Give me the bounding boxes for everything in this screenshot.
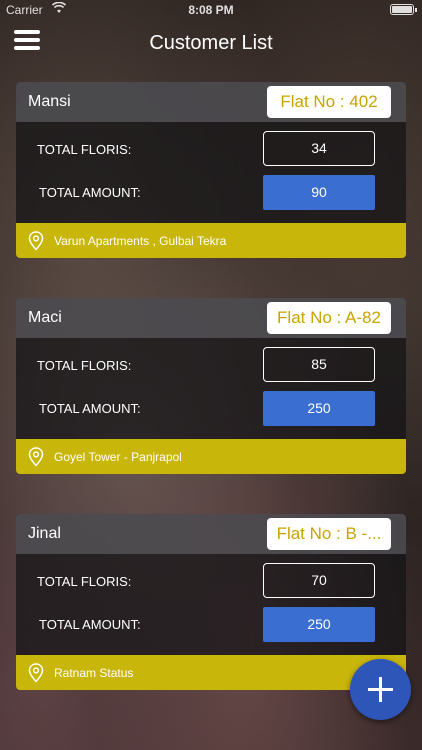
total-floris-value: 70 — [263, 563, 375, 598]
customer-name: Maci — [28, 309, 62, 326]
address-text: Varun Apartments , Gulbai Tekra — [54, 234, 227, 248]
customer-name: Jinal — [28, 525, 61, 542]
flat-number-badge: Flat No : A-82 — [267, 302, 391, 334]
add-customer-button[interactable] — [350, 659, 411, 720]
customer-card[interactable]: Maci Flat No : A-82 TOTAL FLORIS: 85 TOT… — [16, 298, 406, 474]
total-amount-value: 90 — [263, 175, 375, 210]
customer-card-header: Jinal Flat No : B -... — [16, 514, 406, 554]
total-floris-value: 85 — [263, 347, 375, 382]
status-bar: Carrier 8:08 PM — [0, 0, 422, 20]
status-time: 8:08 PM — [188, 3, 234, 17]
total-floris-label: TOTAL FLORIS: — [37, 142, 132, 157]
total-amount-label: TOTAL AMOUNT: — [39, 185, 141, 200]
total-floris-label: TOTAL FLORIS: — [37, 358, 132, 373]
plus-icon — [368, 677, 393, 702]
customer-name: Mansi — [28, 93, 71, 110]
customer-card-header: Maci Flat No : A-82 — [16, 298, 406, 338]
address-text: Goyel Tower - Panjrapol — [54, 450, 182, 464]
total-amount-value: 250 — [263, 391, 375, 426]
location-pin-icon — [28, 447, 44, 467]
total-amount-label: TOTAL AMOUNT: — [39, 401, 141, 416]
customer-card[interactable]: Mansi Flat No : 402 TOTAL FLORIS: 34 TOT… — [16, 82, 406, 258]
address-bar[interactable]: Ratnam Status — [16, 655, 406, 690]
total-amount-label: TOTAL AMOUNT: — [39, 617, 141, 632]
address-bar[interactable]: Varun Apartments , Gulbai Tekra — [16, 223, 406, 258]
total-amount-value: 250 — [263, 607, 375, 642]
page-title: Customer List — [149, 32, 273, 54]
total-floris-value: 34 — [263, 131, 375, 166]
address-text: Ratnam Status — [54, 666, 134, 680]
total-floris-label: TOTAL FLORIS: — [37, 574, 132, 589]
header: Customer List — [0, 22, 422, 66]
address-bar[interactable]: Goyel Tower - Panjrapol — [16, 439, 406, 474]
customer-card-header: Mansi Flat No : 402 — [16, 82, 406, 122]
flat-number-badge: Flat No : B -... — [267, 518, 391, 550]
location-pin-icon — [28, 663, 44, 683]
customer-card[interactable]: Jinal Flat No : B -... TOTAL FLORIS: 70 … — [16, 514, 406, 690]
location-pin-icon — [28, 231, 44, 251]
battery-icon — [390, 4, 417, 15]
flat-number-badge: Flat No : 402 — [267, 86, 391, 118]
